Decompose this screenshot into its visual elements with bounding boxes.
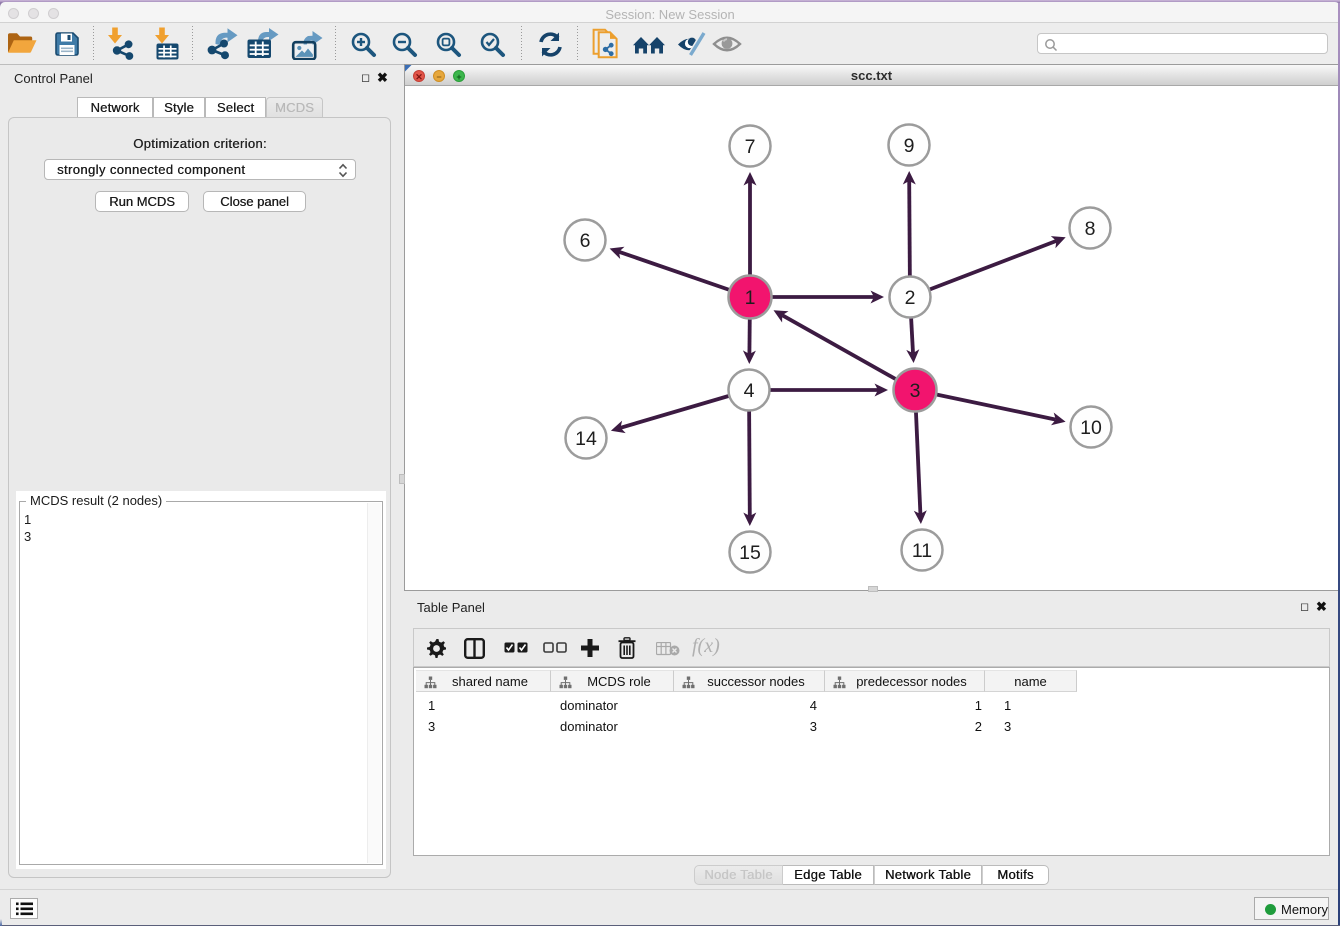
svg-text:15: 15 <box>739 542 761 564</box>
svg-text:1: 1 <box>745 287 756 309</box>
svg-text:8: 8 <box>1085 218 1096 240</box>
svg-text:6: 6 <box>580 230 591 252</box>
svg-text:9: 9 <box>904 135 915 157</box>
svg-text:11: 11 <box>912 540 932 562</box>
svg-text:3: 3 <box>910 380 921 402</box>
svg-text:2: 2 <box>905 287 916 309</box>
svg-text:10: 10 <box>1080 417 1102 439</box>
svg-text:14: 14 <box>575 428 597 450</box>
svg-text:4: 4 <box>744 380 755 402</box>
svg-text:7: 7 <box>745 136 756 158</box>
